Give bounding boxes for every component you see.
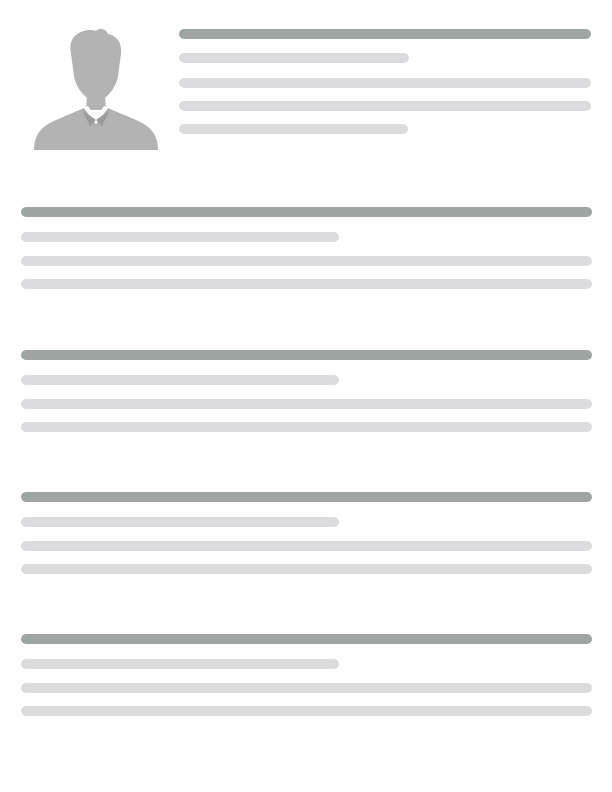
section-text-line <box>21 399 592 409</box>
person-silhouette-icon <box>34 28 158 150</box>
profile-subtitle-line <box>179 53 409 63</box>
profile-detail-line <box>179 124 408 134</box>
section-text-line <box>21 422 592 432</box>
profile-avatar <box>32 26 160 152</box>
section-subheading-line <box>21 517 339 527</box>
section-text-line <box>21 706 592 716</box>
profile-detail-line <box>179 101 591 111</box>
section-text-line <box>21 541 592 551</box>
section-subheading-line <box>21 659 339 669</box>
section-subheading-line <box>21 375 339 385</box>
section-subheading-line <box>21 232 339 242</box>
section-heading-line <box>21 492 592 502</box>
section-2 <box>21 350 592 460</box>
section-text-line <box>21 564 592 574</box>
section-heading-line <box>21 207 592 217</box>
section-3 <box>21 492 592 602</box>
section-4 <box>21 634 592 744</box>
profile-detail-line <box>179 78 591 88</box>
section-1 <box>21 207 592 317</box>
section-heading-line <box>21 350 592 360</box>
section-heading-line <box>21 634 592 644</box>
profile-name-line <box>179 29 591 39</box>
section-text-line <box>21 683 592 693</box>
section-text-line <box>21 279 592 289</box>
section-text-line <box>21 256 592 266</box>
profile-header <box>179 29 591 139</box>
